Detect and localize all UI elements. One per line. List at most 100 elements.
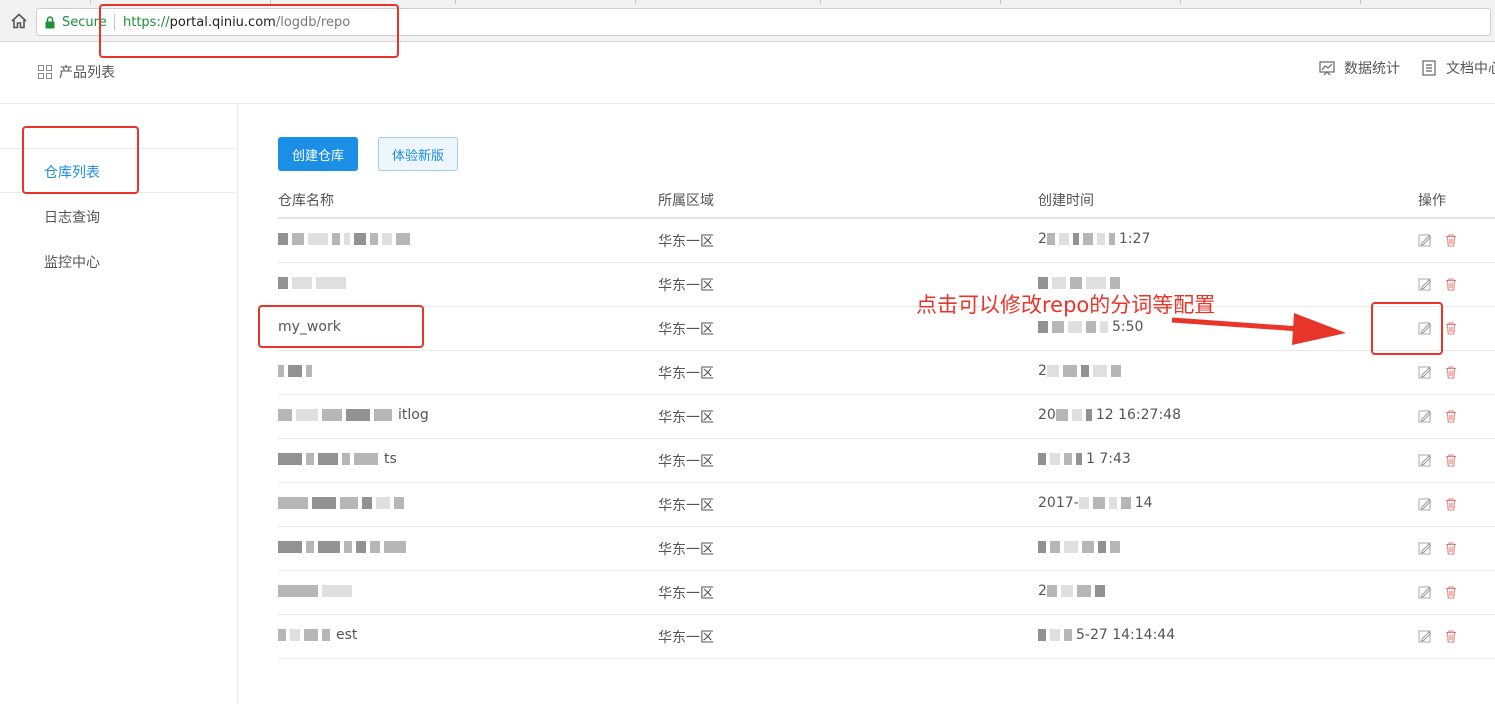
table-body: 华东一区 2 1:27 华东一区 my_work 华东一区 5:50 华东一区 2 itlog 华东… [278,219,1495,659]
redacted-text [278,453,378,465]
redacted-text [278,233,410,245]
table-row[interactable]: 华东一区 2 [278,351,1495,395]
redacted-text [1046,233,1115,245]
created-time-cell [1038,539,1120,555]
actions-cell [1418,585,1458,599]
created-time-cell: 2017- 14 [1038,495,1153,511]
region-cell: 华东一区 [658,322,714,338]
redacted-text [1038,541,1120,553]
create-repo-button[interactable]: 创建仓库 [278,137,358,171]
redacted-text [1055,409,1092,421]
trash-icon[interactable] [1444,233,1458,247]
trash-icon[interactable] [1444,585,1458,599]
trash-icon[interactable] [1444,365,1458,379]
product-list-link[interactable]: 产品列表 [38,62,115,82]
trash-icon[interactable] [1444,629,1458,643]
annotation-arrow [1171,313,1346,345]
table-row[interactable]: 华东一区 2017- 14 [278,483,1495,527]
actions-cell [1418,409,1458,423]
created-time-cell: 2 1:27 [1038,231,1150,247]
edit-icon[interactable] [1418,453,1432,467]
actions-cell [1418,365,1458,379]
trash-icon[interactable] [1444,321,1458,335]
table-row[interactable]: itlog 华东一区 20 12 16:27:48 [278,395,1495,439]
actions-cell [1418,453,1458,467]
redacted-text [1046,365,1121,377]
table-row[interactable]: 华东一区 2 1:27 [278,219,1495,263]
column-header-created: 创建时间 [1038,193,1094,209]
repo-name-cell[interactable] [278,583,352,599]
sidebar-item-log-query[interactable]: 日志查询 [44,207,100,227]
edit-icon[interactable] [1418,365,1432,379]
try-new-version-button[interactable]: 体验新版 [378,137,458,171]
created-time-cell: 20 12 16:27:48 [1038,407,1181,423]
created-time-cell: 2 [1038,583,1105,599]
time-fragment: 5-27 14:14:44 [1076,627,1176,643]
time-fragment: 14 [1134,495,1153,511]
actions-cell [1418,497,1458,511]
table-row[interactable]: 华东一区 2 [278,571,1495,615]
time-fragment: 2 [1038,583,1047,599]
stats-link[interactable]: 数据统计 [1319,58,1400,78]
repo-name-cell[interactable] [278,275,346,291]
region-cell: 华东一区 [658,454,714,470]
region-cell: 华东一区 [658,498,714,514]
docs-label: 文档中心 [1446,61,1495,77]
sidebar-item-monitor[interactable]: 监控中心 [44,252,100,272]
repo-name-cell[interactable] [278,231,410,247]
repo-name-cell[interactable]: itlog [278,407,429,423]
edit-icon[interactable] [1418,233,1432,247]
repo-name-fragment: itlog [398,407,429,423]
repo-name-cell[interactable] [278,539,406,555]
edit-icon[interactable] [1418,629,1432,643]
table-row[interactable]: 华东一区 [278,527,1495,571]
docs-link[interactable]: 文档中心 [1421,58,1495,78]
repo-name-cell[interactable]: est [278,627,357,643]
time-fragment: 2017- [1038,495,1079,511]
actions-cell [1418,277,1458,291]
column-header-region: 所属区域 [658,193,714,209]
region-cell: 华东一区 [658,410,714,426]
time-fragment: 1 7:43 [1086,451,1131,467]
repo-name-cell[interactable]: ts [278,451,397,467]
redacted-text [1078,497,1131,509]
time-fragment: 2 [1038,231,1047,247]
trash-icon[interactable] [1444,541,1458,555]
edit-icon[interactable] [1418,409,1432,423]
edit-icon[interactable] [1418,277,1432,291]
edit-icon[interactable] [1418,541,1432,555]
actions-cell [1418,629,1458,643]
column-header-name: 仓库名称 [278,193,334,209]
region-cell: 华东一区 [658,630,714,646]
repo-name-fragment: est [336,627,358,643]
repo-name-fragment: ts [384,451,397,467]
redacted-text [278,497,404,509]
column-header-actions: 操作 [1418,193,1446,209]
edit-icon[interactable] [1418,497,1432,511]
repo-name-cell[interactable] [278,495,404,511]
edit-highlight-box [1371,302,1443,355]
home-icon[interactable] [10,12,28,30]
redacted-text [278,541,406,553]
sidebar-highlight-box [22,126,139,194]
trash-icon[interactable] [1444,453,1458,467]
trash-icon[interactable] [1444,497,1458,511]
document-icon [1422,60,1436,76]
repo-name-cell[interactable] [278,363,312,379]
redacted-text [1038,453,1082,465]
time-fragment: 20 [1038,407,1056,423]
trash-icon[interactable] [1444,277,1458,291]
edit-icon[interactable] [1418,585,1432,599]
table-row[interactable]: est 华东一区 5-27 14:14:44 [278,615,1495,659]
redacted-text [1046,585,1105,597]
redacted-text [278,365,312,377]
trash-icon[interactable] [1444,409,1458,423]
redacted-text [278,409,392,421]
lock-icon [45,16,55,29]
repo-table: 仓库名称 所属区域 创建时间 操作 华东一区 2 1:27 华东一区 my_work 华东… [278,180,1495,659]
time-fragment: 1:27 [1118,231,1151,247]
table-row[interactable]: 华东一区 [278,263,1495,307]
redacted-text [1038,277,1120,289]
table-row[interactable]: ts 华东一区 1 7:43 [278,439,1495,483]
grid-icon [38,65,52,79]
